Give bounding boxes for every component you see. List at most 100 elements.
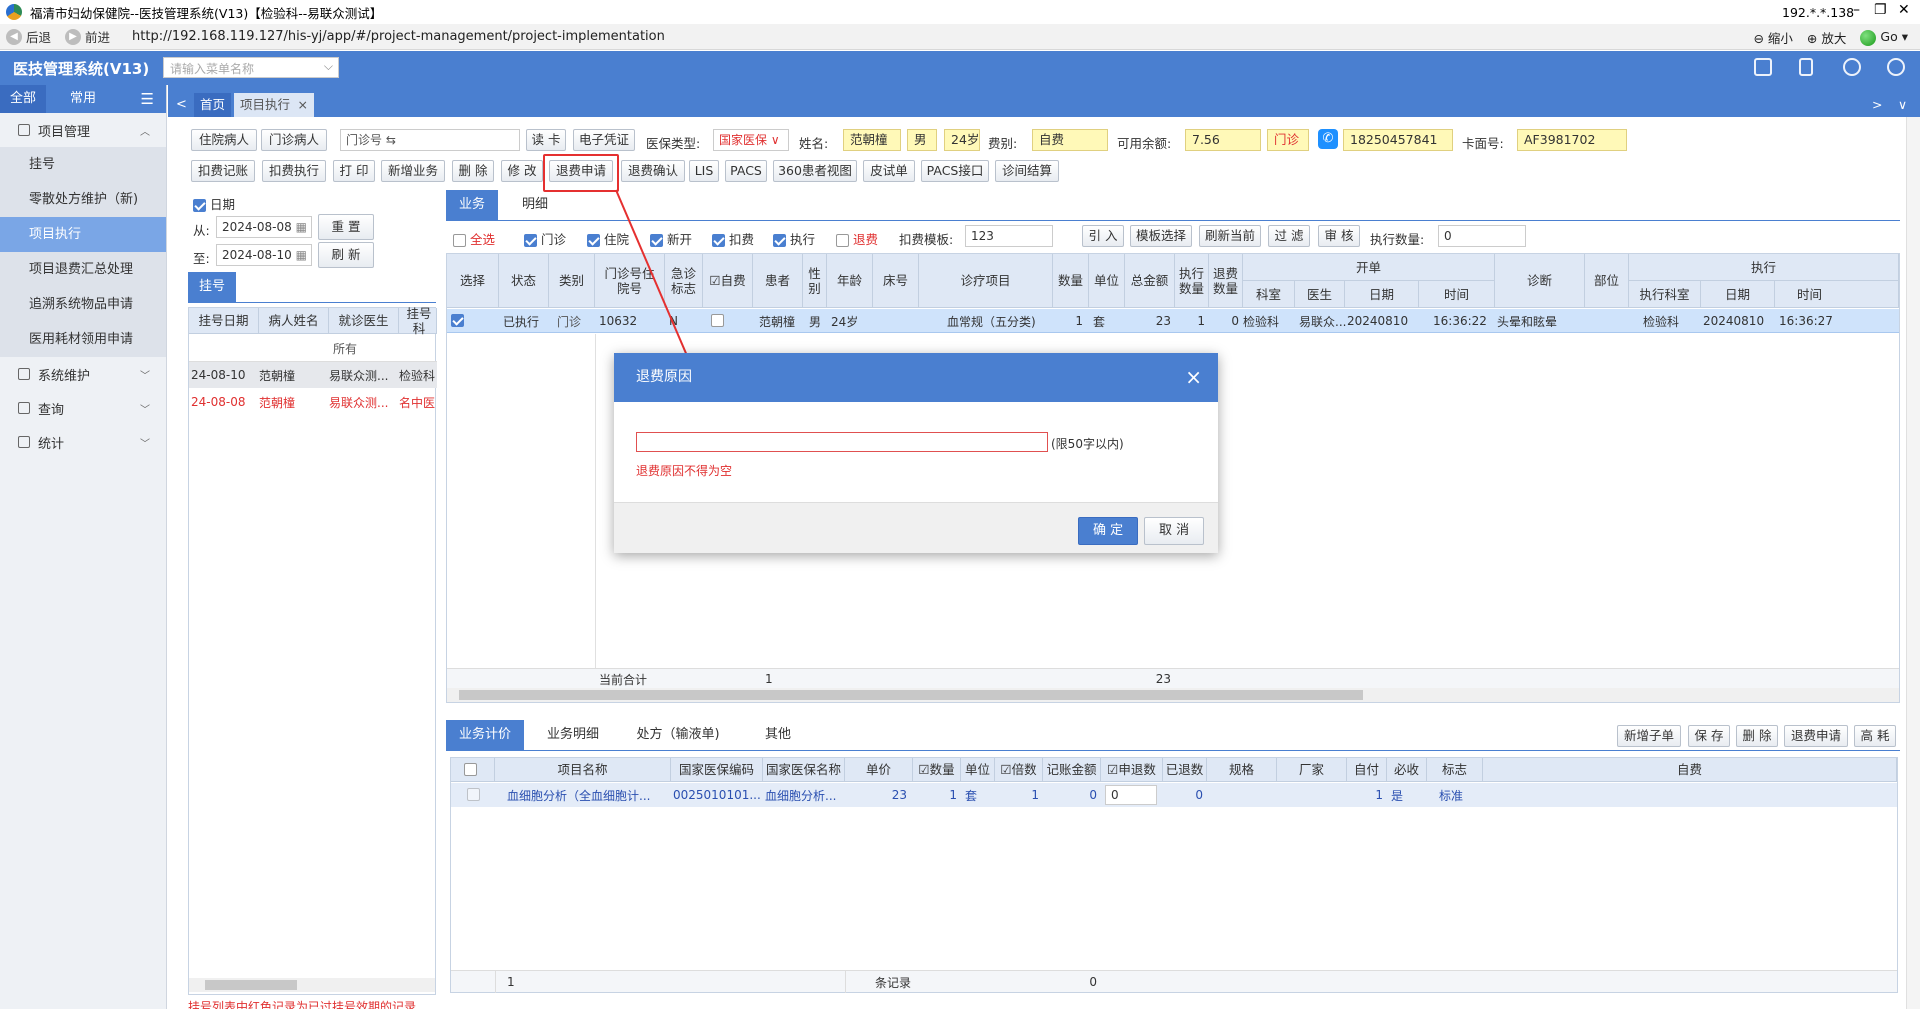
col-order-doctor[interactable]: 医生	[1295, 281, 1345, 308]
tab-other[interactable]: 其他	[752, 720, 804, 750]
filter-execute[interactable]: 执行	[773, 229, 815, 248]
sidebar-item-prescription[interactable]: 零散处方维护（新)	[0, 182, 166, 217]
document-icon[interactable]	[1799, 58, 1813, 76]
eye-icon[interactable]	[1843, 58, 1861, 76]
col-refund-qty[interactable]: 退费数量	[1209, 254, 1243, 308]
deduct-account-button[interactable]: 扣费记账	[191, 160, 255, 182]
filter-all[interactable]: 全选	[453, 229, 495, 248]
pacs-button[interactable]: PACS	[725, 160, 767, 182]
tab-close-icon[interactable]: ×	[298, 93, 308, 117]
col-item[interactable]: 诊疗项目	[919, 254, 1053, 308]
col-category[interactable]: 类别	[549, 254, 595, 308]
reset-button[interactable]: 重 置	[318, 214, 374, 240]
col-self-fee[interactable]: 自费	[1483, 758, 1897, 782]
row-checkbox[interactable]	[467, 788, 480, 801]
date-checkbox[interactable]	[193, 199, 206, 212]
settings-gear-icon[interactable]	[1887, 58, 1905, 76]
skin-test-button[interactable]: 皮试单	[863, 160, 915, 182]
col-self-pay[interactable]: 自付	[1347, 758, 1387, 782]
col-bed[interactable]: 床号	[873, 254, 919, 308]
date-filter[interactable]: 日期	[193, 194, 235, 213]
col-site[interactable]: 部位	[1585, 254, 1629, 308]
sidebar-tab-common[interactable]: 常用	[60, 85, 106, 113]
sidebar-item-refund-summary[interactable]: 项目退费汇总处理	[0, 252, 166, 287]
col-unit[interactable]: 单位	[1089, 254, 1125, 308]
col-spec[interactable]: 规格	[1207, 758, 1277, 782]
col-refunded[interactable]: 已退数	[1163, 758, 1207, 782]
e-voucher-button[interactable]: 电子凭证	[573, 129, 635, 151]
col-ins-name[interactable]: 国家医保名称	[763, 758, 845, 782]
tab-next-icon[interactable]: >	[1866, 93, 1888, 117]
col-qty[interactable]: 数量	[1053, 254, 1089, 308]
tab-prev-icon[interactable]: <	[170, 93, 193, 117]
insurance-type-select[interactable]: 国家医保 ∨	[713, 129, 789, 151]
zoom-in-button[interactable]: ⊕ 放大	[1807, 28, 1846, 47]
col-diagnosis[interactable]: 诊断	[1495, 254, 1585, 308]
exec-count-input[interactable]: 0	[1438, 225, 1526, 247]
col-dept[interactable]: 挂号科	[399, 306, 437, 336]
patient-360-button[interactable]: 360患者视图	[773, 160, 857, 182]
read-card-button[interactable]: 读 卡	[526, 129, 566, 151]
minimize-button[interactable]: –	[1853, 2, 1860, 18]
col-unit[interactable]: 单位	[961, 758, 995, 782]
cancel-button[interactable]: 取 消	[1144, 517, 1205, 545]
back-button[interactable]: ◀ 后退	[6, 27, 51, 46]
col-patient[interactable]: 患者	[753, 254, 803, 308]
close-window-button[interactable]: ✕	[1898, 2, 1910, 18]
zoom-out-button[interactable]: ⊖ 缩小	[1753, 28, 1792, 47]
col-price[interactable]: 单价	[845, 758, 913, 782]
col-exec-time[interactable]: 时间	[1775, 281, 1899, 308]
sidebar-group-stats[interactable]: 统计 ﹀	[0, 425, 166, 459]
refund-apply-input[interactable]: 0	[1105, 785, 1157, 805]
col-order-time[interactable]: 时间	[1419, 281, 1495, 308]
to-date-input[interactable]: 2024-08-10 ▦	[216, 244, 312, 266]
filter-refund[interactable]: 退费	[836, 229, 878, 248]
menu-toggle-icon[interactable]: ☰	[141, 90, 154, 108]
new-business-button[interactable]: 新增业务	[381, 160, 445, 182]
url-field[interactable]: http://192.168.119.127/his-yj/app/#/proj…	[132, 29, 665, 44]
delete-button[interactable]: 删 除	[452, 160, 494, 182]
horizontal-scrollbar[interactable]	[447, 688, 1899, 702]
col-gender[interactable]: 性别	[803, 254, 827, 308]
refund-request-item-button[interactable]: 退费申请	[1784, 725, 1848, 747]
row-select-checkbox[interactable]	[451, 314, 464, 327]
vertical-scrollbar[interactable]	[1906, 117, 1920, 1009]
filter-button[interactable]: 过 滤	[1268, 225, 1310, 247]
template-input[interactable]: 123	[965, 225, 1053, 247]
col-order-dept[interactable]: 科室	[1243, 281, 1295, 308]
confirm-button[interactable]: 确 定	[1078, 517, 1139, 545]
tab-home[interactable]: 首页	[194, 93, 232, 117]
col-status[interactable]: 状态	[499, 254, 549, 308]
sidebar-tab-all[interactable]: 全部	[0, 85, 47, 113]
print-button[interactable]: 打 印	[333, 160, 375, 182]
refresh-button[interactable]: 刷 新	[318, 242, 374, 268]
outpatient-no-input[interactable]: 门诊号 ⇆	[340, 129, 520, 151]
sidebar-item-register[interactable]: 挂号	[0, 147, 166, 182]
tab-project-execution[interactable]: 项目执行 ×	[234, 93, 315, 117]
col-total[interactable]: 总金额	[1125, 254, 1175, 308]
dialog-close-icon[interactable]: ×	[1185, 353, 1202, 402]
tab-business-detail[interactable]: 业务明细	[536, 720, 610, 750]
tab-prescription[interactable]: 处方（输液单)	[630, 720, 726, 750]
col-patient-name[interactable]: 病人姓名	[259, 308, 329, 334]
sidebar-item-consumables[interactable]: 医用耗材领用申请	[0, 322, 166, 357]
go-button[interactable]: Go ▾	[1860, 29, 1908, 46]
tab-business[interactable]: 业务	[446, 190, 498, 220]
monitor-icon[interactable]	[1754, 58, 1772, 76]
col-refund-apply[interactable]: ☑ 申退数	[1101, 758, 1163, 782]
pacs-interface-button[interactable]: PACS接口	[921, 160, 989, 182]
tab-register[interactable]: 挂号	[188, 272, 236, 302]
deduct-execute-button[interactable]: 扣费执行	[262, 160, 326, 182]
sidebar-group-project[interactable]: 项目管理 ︿	[0, 113, 166, 147]
table-row[interactable]: 24-08-08 范朝橦 易联众测... 名中医	[189, 389, 437, 415]
col-register-date[interactable]: 挂号日期	[189, 308, 259, 334]
col-item-name[interactable]: 项目名称	[495, 758, 671, 782]
col-exec-dept[interactable]: 执行科室	[1629, 281, 1701, 308]
audit-button[interactable]: 审 核	[1318, 225, 1360, 247]
doctor-filter[interactable]: 所有	[329, 335, 399, 361]
refund-reason-input[interactable]	[636, 432, 1048, 452]
edit-button[interactable]: 修 改	[501, 160, 543, 182]
high-consumption-button[interactable]: 高 耗	[1854, 725, 1896, 747]
col-select-all[interactable]	[451, 758, 495, 782]
menu-search-input[interactable]: 请输入菜单名称 ⌵	[163, 57, 339, 78]
